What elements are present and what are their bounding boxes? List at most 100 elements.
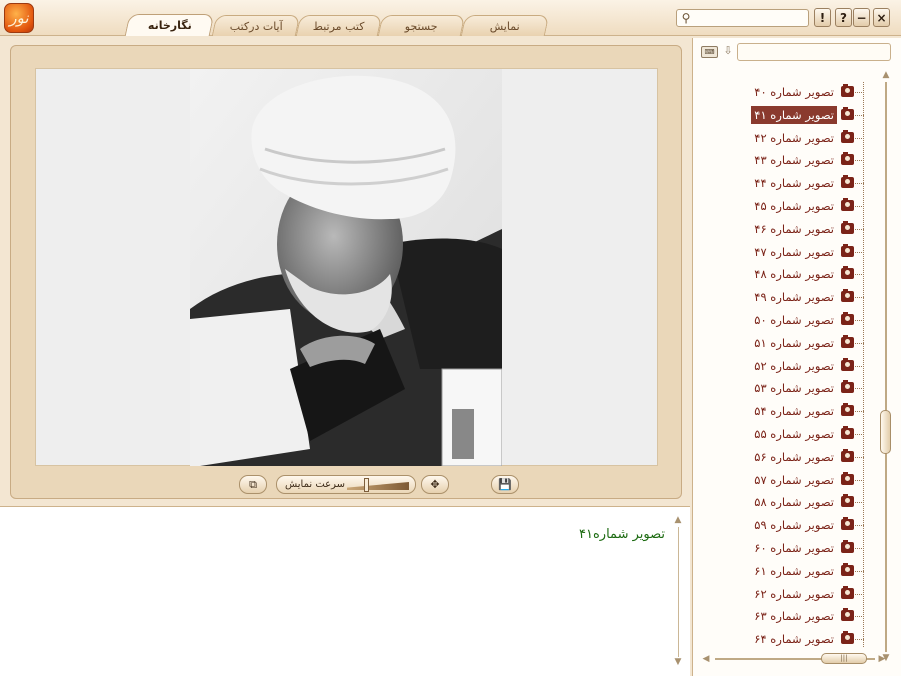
description-scroll-track[interactable]	[678, 527, 679, 657]
image-list-item[interactable]: تصویر شماره ۴۷	[754, 242, 867, 262]
tree-branch	[855, 365, 864, 367]
image-list-item[interactable]: تصویر شماره ۵۲	[754, 356, 867, 376]
list-horizontal-scrollbar[interactable]: ◀ ||| ▶	[701, 653, 889, 665]
image-list-item[interactable]: تصویر شماره ۵۸	[754, 492, 867, 512]
tree-branch	[855, 160, 864, 162]
tree-branch	[855, 525, 864, 527]
image-description: تصویر شماره۴۱	[579, 527, 665, 542]
tree-branch	[855, 570, 864, 572]
scroll-thumb[interactable]	[880, 410, 891, 454]
scroll-right-icon[interactable]: ▶	[877, 654, 887, 664]
close-button[interactable]: ×	[873, 8, 890, 27]
scroll-thumb[interactable]: |||	[821, 653, 867, 664]
image-list-item[interactable]: تصویر شماره ۵۴	[754, 401, 867, 421]
image-list-item-label: تصویر شماره ۴۳	[754, 153, 834, 168]
image-list-item[interactable]: تصویر شماره ۵۵	[754, 424, 867, 444]
camera-icon	[841, 448, 854, 462]
image-list-item-label: تصویر شماره ۴۷	[754, 244, 834, 259]
image-list-item[interactable]: تصویر شماره ۴۵	[754, 196, 867, 216]
tree-branch	[855, 228, 864, 230]
image-list-item[interactable]: تصویر شماره ۴۲	[754, 128, 867, 148]
image-canvas	[35, 68, 658, 466]
image-list-item-label: تصویر شماره ۵۳	[754, 381, 834, 396]
list-filter-input[interactable]	[737, 43, 891, 61]
speed-slider-thumb[interactable]	[364, 478, 370, 492]
image-list-item-label: تصویر شماره ۴۶	[754, 221, 834, 236]
image-list-item[interactable]: تصویر شماره ۶۱	[754, 561, 867, 581]
image-list-item[interactable]: تصویر شماره ۴۰	[754, 82, 867, 102]
scroll-up-icon[interactable]: ▲	[881, 70, 891, 80]
camera-icon	[841, 289, 854, 303]
image-list-item[interactable]: تصویر شماره ۶۲	[754, 584, 867, 604]
minimize-button[interactable]: −	[853, 8, 870, 27]
app-logo[interactable]: نور	[4, 3, 34, 33]
camera-icon	[841, 175, 854, 189]
image-list-item-label: تصویر شماره ۶۴	[754, 632, 834, 647]
list-vertical-scrollbar[interactable]: ▲ ▼	[880, 70, 892, 675]
tree-branch	[855, 639, 864, 641]
tab-search[interactable]: جستجو	[377, 15, 466, 36]
camera-icon	[841, 129, 854, 143]
tab-related-books[interactable]: کتب مرتبط	[295, 15, 383, 36]
keyboard-icon[interactable]: ⌨	[701, 46, 718, 58]
image-list-item[interactable]: تصویر شماره ۵۱	[754, 333, 867, 353]
image-list-item-label: تصویر شماره ۶۱	[754, 563, 834, 578]
speed-slider-track[interactable]	[347, 482, 409, 490]
image-list-item[interactable]: تصویر شماره ۴۱	[751, 105, 867, 125]
tab-verses-in-books[interactable]: آیات درکتب	[211, 15, 301, 36]
image-viewer: ⧉ سرعت نمایش ✥ 💾	[10, 45, 682, 499]
speed-label: سرعت نمایش	[285, 479, 346, 490]
search-input[interactable]: ⚲	[676, 9, 809, 27]
camera-icon	[841, 585, 854, 599]
image-list-item[interactable]: تصویر شماره ۶۳	[754, 606, 867, 626]
tab-display[interactable]: نمایش	[460, 15, 550, 36]
image-list-item[interactable]: تصویر شماره ۴۸	[754, 264, 867, 284]
camera-icon	[841, 426, 854, 439]
image-list-item[interactable]: تصویر شماره ۵۷	[754, 470, 867, 490]
image-list-item[interactable]: تصویر شماره ۶۰	[754, 538, 867, 558]
image-list-item[interactable]: تصویر شماره ۵۹	[754, 515, 867, 535]
tab-display-label: نمایش	[489, 19, 520, 33]
move-arrows-icon: ✥	[430, 478, 440, 491]
image-list-item[interactable]: تصویر شماره ۵۰	[754, 310, 867, 330]
scroll-left-icon[interactable]: ◀	[701, 654, 711, 664]
image-list-item[interactable]: تصویر شماره ۴۴	[754, 173, 867, 193]
arrow-down-icon[interactable]: ⇩	[722, 44, 734, 60]
tree-branch	[855, 616, 864, 618]
image-list-item-label: تصویر شماره ۴۵	[754, 199, 834, 213]
image-list-item[interactable]: تصویر شماره ۴۳	[754, 150, 867, 170]
image-list-item-label: تصویر شماره ۵۲	[754, 358, 834, 373]
scroll-down-icon[interactable]: ▼	[673, 657, 683, 667]
tree-branch	[855, 274, 864, 276]
tree-branch	[855, 114, 864, 116]
image-list-item-label: تصویر شماره ۴۴	[754, 176, 834, 191]
image-list-item[interactable]: تصویر شماره ۵۶	[754, 447, 867, 467]
image-list-item-label: تصویر شماره ۶۳	[754, 609, 834, 624]
image-list-item-label: تصویر شماره ۵۵	[754, 427, 834, 441]
tab-gallery[interactable]: نگارخانه	[124, 14, 215, 36]
image-list-item[interactable]: تصویر شماره ۵۳	[754, 378, 867, 398]
camera-icon	[841, 334, 854, 348]
copy-icon: ⧉	[249, 477, 257, 491]
image-list-item-label: تصویر شماره ۵۹	[754, 518, 834, 533]
tree-branch	[855, 456, 864, 458]
image-list-item[interactable]: تصویر شماره ۴۶	[754, 219, 867, 239]
search-icon[interactable]: ⚲	[679, 11, 693, 25]
save-image-button[interactable]: 💾	[491, 475, 519, 494]
tab-search-label: جستجو	[405, 19, 438, 33]
image-list-item-label: تصویر شماره ۴۱	[751, 105, 837, 124]
image-list-item[interactable]: تصویر شماره ۶۴	[754, 629, 867, 649]
camera-icon	[841, 243, 854, 257]
scroll-up-icon[interactable]: ▲	[673, 515, 683, 525]
help-button[interactable]: !	[814, 8, 831, 27]
tab-related-books-label: کتب مرتبط	[313, 19, 365, 33]
about-button[interactable]: ?	[835, 8, 852, 27]
image-list-item[interactable]: تصویر شماره ۴۹	[754, 287, 867, 307]
camera-icon	[841, 84, 854, 97]
fit-image-button[interactable]: ✥	[421, 475, 449, 494]
tree-branch	[855, 206, 864, 207]
scroll-track[interactable]	[885, 82, 887, 652]
tree-branch	[855, 593, 864, 595]
image-list-panel: ⌨ ⇩ تصویر شماره ۴۰ تصویر شماره ۴۱ تصویر شم…	[692, 38, 901, 676]
copy-image-button[interactable]: ⧉	[239, 475, 267, 494]
